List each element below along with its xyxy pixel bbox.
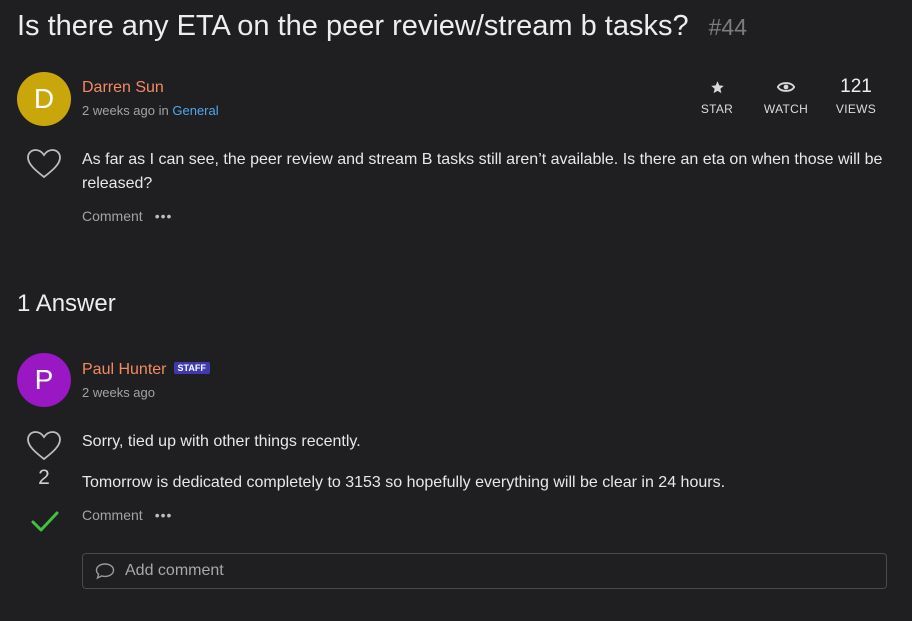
question-body: As far as I can see, the peer review and… [82,151,883,192]
post-time: 2 weeks ago [82,103,155,118]
answer-comment-row: Comment ••• [82,507,172,523]
staff-badge: STAFF [173,362,210,374]
post-meta-in: in [158,103,169,118]
answer-author-name[interactable]: Paul Hunter [82,361,167,378]
answer-comment-button[interactable]: Comment [82,507,143,523]
eye-icon [777,82,795,92]
answer-avatar-initial: P [34,364,54,395]
answer-avatar[interactable]: P [17,353,71,407]
question-comment-row: Comment ••• [82,208,172,224]
speech-bubble-icon [95,563,115,580]
views-stat: 121 VIEWS [821,76,891,116]
views-label: VIEWS [835,102,877,116]
comment-button[interactable]: Comment [82,208,143,224]
accepted-check-icon [31,511,59,532]
watch-button[interactable]: WATCH [751,76,821,116]
add-comment-input[interactable] [115,561,886,581]
views-count: 121 [840,76,872,97]
add-comment-box[interactable] [82,553,887,589]
star-icon [710,80,724,93]
question-title: Is there any ETA on the peer review/stre… [17,10,689,42]
post-meta: 2 weeks ago in General [82,103,219,118]
question-title-row: Is there any ETA on the peer review/stre… [17,10,747,43]
answer-paragraph: Tomorrow is dedicated completely to 3153… [82,474,726,491]
answers-heading: 1 Answer [17,290,116,317]
more-options-icon[interactable]: ••• [155,208,173,224]
question-number: #44 [708,14,747,40]
avatar[interactable]: D [17,72,71,126]
author-name[interactable]: Darren Sun [82,79,164,97]
avatar-initial: D [33,83,55,114]
vote-count: 2 [38,466,50,489]
star-label: STAR [700,102,734,116]
watch-label: WATCH [763,102,809,116]
answer-more-options-icon[interactable]: ••• [155,507,173,523]
answer-paragraph: Sorry, tied up with other things recentl… [82,433,361,450]
like-heart-icon[interactable] [26,148,62,179]
star-button[interactable]: STAR [682,76,752,116]
answer-author: Paul Hunter STAFF [82,361,210,379]
answer-time: 2 weeks ago [82,385,155,400]
category-link[interactable]: General [172,103,218,118]
answer-like-heart-icon[interactable] [26,430,62,461]
